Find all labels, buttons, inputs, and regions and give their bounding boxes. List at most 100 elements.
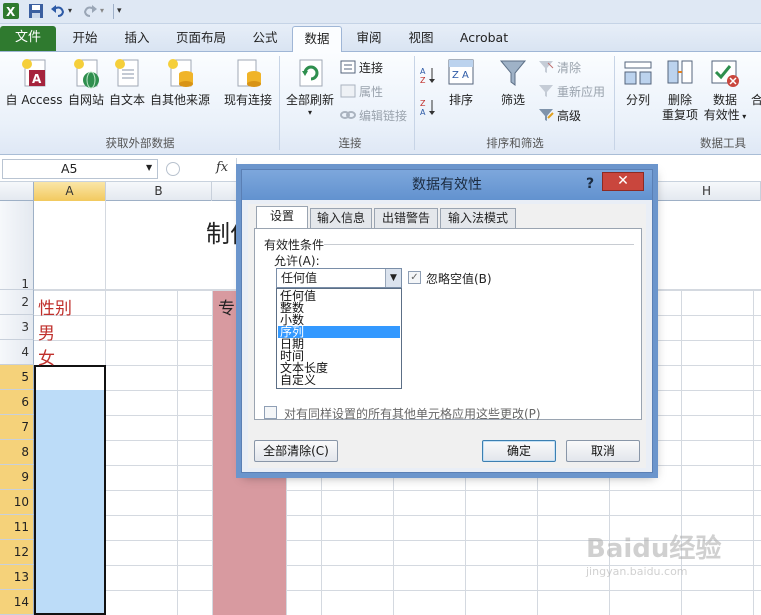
advanced-filter-label: 高级 (557, 109, 582, 123)
existing-connections-button[interactable]: 现有连接 (220, 58, 276, 108)
row-header-14[interactable]: 14 (0, 590, 34, 615)
insert-function-icon[interactable]: fx (216, 160, 228, 175)
column-header-b[interactable]: B (106, 182, 212, 201)
tab-ime-mode[interactable]: 输入法模式 (440, 208, 516, 228)
svg-text:Z: Z (452, 70, 459, 81)
web-icon (71, 58, 101, 90)
name-box-dropdown-icon[interactable]: ▼ (146, 163, 152, 172)
row-header-13[interactable]: 13 (0, 565, 34, 590)
group-label-sort-filter: 排序和筛选 (486, 136, 544, 150)
text-file-icon (112, 58, 142, 90)
undo-icon[interactable] (50, 3, 66, 19)
group-label-data-tools: 数据工具 (700, 136, 746, 150)
row-header-5[interactable]: 5 (0, 365, 34, 390)
refresh-dropdown-icon[interactable]: ▾ (284, 108, 336, 118)
cell-a2[interactable]: 性别 (38, 294, 72, 319)
reapply-button[interactable]: 重新应用 (538, 84, 605, 102)
help-icon[interactable]: ? (580, 174, 600, 194)
tab-input-message[interactable]: 输入信息 (310, 208, 372, 228)
tab-error-alert[interactable]: 出错警告 (374, 208, 438, 228)
edit-links-label: 编辑链接 (359, 109, 408, 123)
data-validation-label-2: 有效性 (703, 108, 740, 122)
data-validation-button[interactable]: 数据 有效性 ▾ (702, 58, 748, 124)
remove-duplicates-icon (665, 58, 695, 90)
apply-all-checkbox[interactable] (264, 406, 277, 419)
row-header-9[interactable]: 9 (0, 465, 34, 490)
ignore-blank-label: 忽略空值(B) (426, 272, 492, 286)
apply-all-label: 对有同样设置的所有其他单元格应用这些更改(P) (284, 407, 541, 421)
properties-button[interactable]: 属性 (340, 84, 383, 102)
connections-icon (340, 60, 356, 74)
close-icon[interactable]: ✕ (602, 172, 644, 191)
refresh-all-label: 全部刷新 (285, 93, 334, 107)
tab-home[interactable]: 开始 (62, 26, 108, 51)
existing-connections-label: 现有连接 (223, 93, 272, 107)
cell-a3[interactable]: 男 (38, 319, 55, 344)
text-to-columns-button[interactable]: 分列 (618, 58, 658, 108)
filter-button[interactable]: 筛选 (496, 58, 530, 108)
row-header-7[interactable]: 7 (0, 415, 34, 440)
refresh-icon (295, 58, 325, 90)
row-header-2[interactable]: 2 (0, 290, 34, 315)
tab-view[interactable]: 视图 (398, 26, 444, 51)
allow-select[interactable]: 任何值 ▼ (276, 268, 402, 288)
ignore-blank-checkbox[interactable]: ✓ (408, 271, 421, 284)
sort-ascending-button[interactable]: AZ (420, 66, 439, 85)
allow-dropdown-list[interactable]: 任何值 整数 小数 序列 日期 时间 文本长度 自定义 (276, 288, 402, 389)
tab-acrobat[interactable]: Acrobat (452, 26, 516, 51)
tab-page-layout[interactable]: 页面布局 (166, 26, 236, 51)
from-other-sources-label: 自其他来源 (149, 93, 210, 107)
tab-settings[interactable]: 设置 (256, 206, 308, 228)
remove-duplicates-label-1: 删除 (667, 93, 692, 107)
tab-insert[interactable]: 插入 (114, 26, 160, 51)
access-icon: A (19, 58, 49, 90)
redo-icon[interactable] (82, 3, 98, 19)
row-header-1[interactable]: 1 (0, 201, 34, 291)
from-access-button[interactable]: A 自 Access (2, 58, 66, 108)
cancel-button[interactable]: 取消 (566, 440, 640, 462)
from-other-sources-button[interactable]: 自其他来源 (148, 58, 212, 108)
ok-button[interactable]: 确定 (482, 440, 556, 462)
option-custom[interactable]: 自定义 (278, 374, 400, 386)
chevron-down-icon[interactable]: ▼ (385, 269, 401, 287)
formula-bar-expand-icon[interactable] (166, 162, 180, 176)
column-header-a[interactable]: A (34, 182, 106, 201)
sort-descending-button[interactable]: ZA (420, 98, 439, 117)
cell-a4[interactable]: 女 (38, 344, 55, 369)
remove-duplicates-button[interactable]: 删除 重复项 (658, 58, 702, 123)
tab-review[interactable]: 审阅 (346, 26, 392, 51)
sort-button[interactable]: ZA 排序 (444, 58, 478, 108)
refresh-all-button[interactable]: 全部刷新 ▾ (284, 58, 336, 118)
from-web-button[interactable]: 自网站 (64, 58, 108, 108)
clear-all-button[interactable]: 全部清除(C) (254, 440, 338, 462)
active-cell-border (34, 365, 106, 615)
ribbon-separator (279, 56, 280, 150)
connections-button[interactable]: 连接 (340, 60, 383, 78)
excel-logo-icon[interactable]: X (3, 3, 19, 19)
row-header-4[interactable]: 4 (0, 340, 34, 365)
advanced-filter-button[interactable]: 高级 (538, 108, 581, 126)
consolidate-button[interactable]: 合 (751, 93, 761, 108)
data-validation-dropdown-icon[interactable]: ▾ (740, 112, 746, 121)
svg-text:A: A (462, 70, 469, 81)
edit-links-button[interactable]: 编辑链接 (340, 108, 407, 126)
svg-text:A: A (420, 67, 426, 76)
row-header-6[interactable]: 6 (0, 390, 34, 415)
save-icon[interactable] (28, 3, 44, 19)
from-text-button[interactable]: 自文本 (106, 58, 148, 108)
allow-select-value: 任何值 (281, 271, 318, 285)
name-box[interactable]: A5 (2, 159, 158, 179)
row-header-8[interactable]: 8 (0, 440, 34, 465)
row-header-11[interactable]: 11 (0, 515, 34, 540)
row-header-10[interactable]: 10 (0, 490, 34, 515)
tab-formulas[interactable]: 公式 (242, 26, 288, 51)
select-all-corner[interactable] (0, 182, 34, 201)
row-header-12[interactable]: 12 (0, 540, 34, 565)
tab-file[interactable]: 文件 (0, 26, 56, 51)
column-header-h[interactable]: H (653, 182, 761, 201)
row-header-3[interactable]: 3 (0, 315, 34, 340)
clear-button[interactable]: 清除 (538, 60, 581, 78)
customize-qat-icon[interactable]: ▾ (117, 3, 133, 19)
reapply-icon (538, 84, 554, 98)
tab-data[interactable]: 数据 (292, 26, 342, 53)
